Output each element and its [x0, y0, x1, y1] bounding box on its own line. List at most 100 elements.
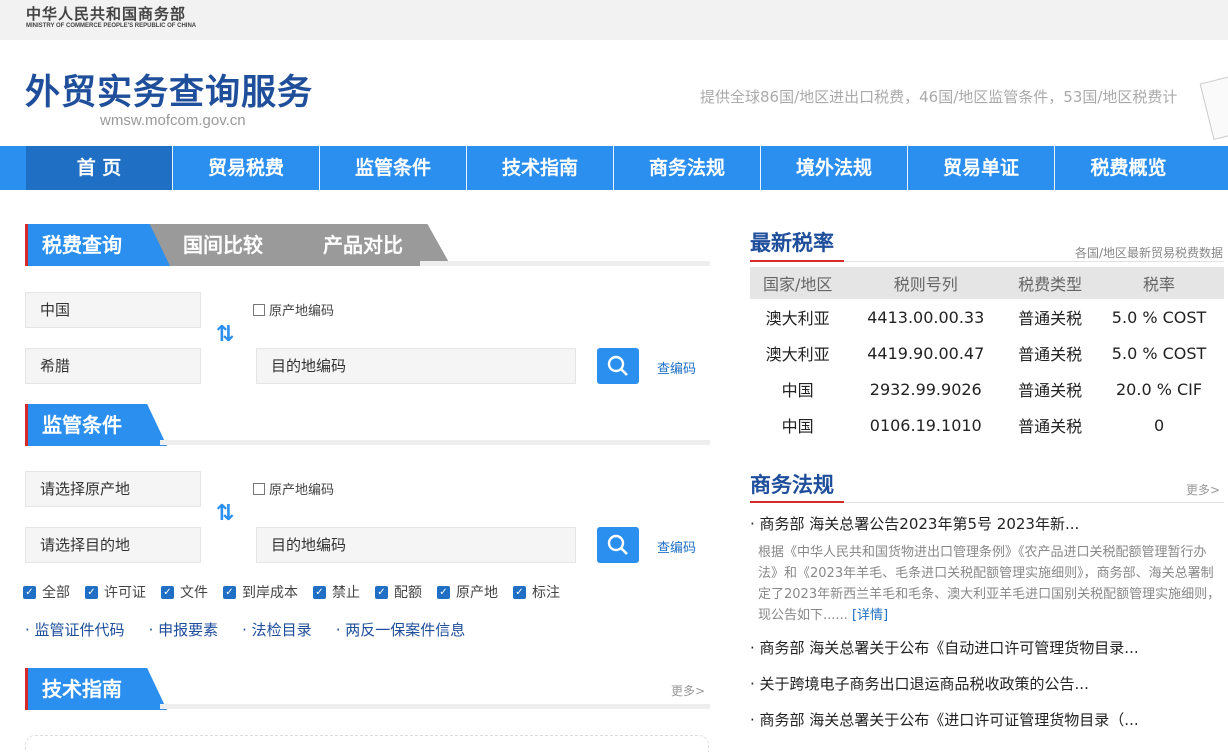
latest-rates-title: 最新税率: [750, 231, 834, 255]
filter-prohibited[interactable]: ✓ 禁止: [313, 582, 360, 602]
filter-label: 许可证: [104, 585, 146, 601]
link-trade-remedy-cases[interactable]: · 两反一保案件信息: [336, 619, 466, 640]
check-icon[interactable]: ✓: [161, 585, 174, 599]
table-row[interactable]: 中国 2932.99.9026 普通关税 20.0 % CIF: [750, 371, 1224, 407]
link-label[interactable]: 两反一保案件信息: [345, 621, 465, 639]
check-icon[interactable]: ✓: [23, 585, 36, 599]
heading-underline: [750, 501, 844, 503]
swap-icon[interactable]: ⇅: [215, 322, 235, 348]
check-icon[interactable]: ✓: [513, 585, 526, 599]
top-bar: 中华人民共和国商务部 MINISTRY OF COMMERCE PEOPLE'S…: [0, 0, 1228, 40]
swap-icon[interactable]: ⇅: [215, 501, 235, 527]
nav-home[interactable]: 首 页: [26, 146, 173, 190]
table-row[interactable]: 澳大利亚 4419.90.00.47 普通关税 5.0 % COST: [750, 335, 1224, 371]
origin-code-label: 原产地编码: [269, 483, 335, 498]
table-row[interactable]: 澳大利亚 4413.00.00.33 普通关税 5.0 % COST: [750, 299, 1224, 335]
decorative-paper-image: [1199, 74, 1228, 140]
destination-code-input[interactable]: 目的地编码: [256, 348, 576, 384]
filter-label: 标注: [532, 585, 560, 601]
link-certificate-codes[interactable]: · 监管证件代码: [25, 619, 125, 640]
main-nav: 首 页 贸易税费 监管条件 技术指南 商务法规 境外法规 贸易单证 税费概览: [0, 146, 1228, 190]
nav-tech-guide[interactable]: 技术指南: [467, 146, 614, 190]
heading-underline: [750, 260, 844, 262]
nav-tax-overview[interactable]: 税费概览: [1055, 146, 1202, 190]
cell-country: 中国: [781, 381, 814, 400]
site-slogan: 提供全球86国/地区进出口税费，46国/地区监管条件，53国/地区税费计: [700, 88, 1178, 106]
col-tax-type: 税费类型: [1006, 267, 1095, 299]
nav-trade-tax[interactable]: 贸易税费: [173, 146, 320, 190]
news-detail-link[interactable]: [详情]: [852, 608, 888, 623]
filter-label: 到岸成本: [242, 585, 298, 601]
link-label[interactable]: 监管证件代码: [35, 621, 125, 639]
supervision-lookup-code-link[interactable]: 查编码: [657, 537, 696, 556]
site-title[interactable]: 外贸实务查询服务: [25, 64, 313, 115]
tab-tax-query[interactable]: 税费查询: [25, 224, 170, 266]
link-inspection-catalog[interactable]: · 法检目录: [242, 619, 312, 640]
ministry-name: 中华人民共和国商务部: [26, 5, 187, 23]
cell-country: 中国: [781, 417, 814, 436]
latest-rates-subtitle: 各国/地区最新贸易税费数据: [1075, 246, 1224, 260]
cell-tariff-number: 4413.00.00.33: [867, 307, 985, 327]
latest-rates-table: 国家/地区 税则号列 税费类型 税率 澳大利亚 4413.00.00.33 普通…: [750, 267, 1224, 443]
news-item[interactable]: · 关于跨境电子商务出口退运商品税收政策的公告...: [750, 673, 1089, 694]
link-label[interactable]: 法检目录: [252, 621, 312, 639]
search-icon: [607, 355, 628, 376]
regulations-more-link[interactable]: 更多>: [1186, 481, 1220, 498]
news-summary-text: 根据《中华人民共和国货物进出口管理条例》《农产品进口关税配额管理暂行办法》和《2…: [758, 545, 1221, 623]
cell-tariff-number: 0106.19.1010: [869, 415, 982, 435]
tab-product-compare[interactable]: 产品对比: [283, 224, 451, 266]
filter-all[interactable]: ✓ 全部: [23, 582, 70, 602]
cell-tariff-number: 2932.99.9026: [869, 379, 982, 399]
supervision-origin-code-checkbox[interactable]: 原产地编码: [253, 479, 334, 498]
news-item[interactable]: · 商务部 海关总署关于公布《进口许可证管理货物目录（...: [750, 709, 1139, 730]
check-icon[interactable]: ✓: [313, 585, 326, 599]
filter-origin[interactable]: ✓ 原产地: [437, 582, 498, 602]
supervision-search-button[interactable]: [597, 527, 639, 563]
nav-trade-documents[interactable]: 贸易单证: [908, 146, 1055, 190]
tech-guide-title: 技术指南: [25, 668, 167, 710]
filter-quota[interactable]: ✓ 配额: [375, 582, 422, 602]
supervision-destination-select[interactable]: 请选择目的地: [25, 527, 201, 563]
tab-country-compare[interactable]: 国间比较: [143, 224, 311, 266]
supervision-links: · 监管证件代码 · 申报要素 · 法检目录 · 两反一保案件信息: [25, 619, 489, 640]
origin-country-select[interactable]: 中国: [25, 292, 201, 328]
news-item[interactable]: · 商务部 海关总署关于公布《自动进口许可管理货物目录...: [750, 637, 1139, 658]
search-button[interactable]: [597, 348, 639, 384]
nav-supervision[interactable]: 监管条件: [320, 146, 467, 190]
checkbox-box[interactable]: [253, 482, 265, 495]
link-declaration-elements[interactable]: · 申报要素: [149, 619, 219, 640]
destination-country-select[interactable]: 希腊: [25, 348, 201, 384]
cell-country: 澳大利亚: [765, 345, 830, 364]
tax-query-tabs: 产品对比 国间比较 税费查询: [25, 224, 710, 266]
checkbox-box[interactable]: [253, 303, 265, 316]
check-icon[interactable]: ✓: [85, 585, 98, 599]
filter-label: 禁止: [332, 585, 360, 601]
table-row[interactable]: 中国 0106.19.1010 普通关税 0: [750, 407, 1224, 443]
tech-guide-more-link[interactable]: 更多>: [671, 682, 705, 699]
cell-tax-type: 普通关税: [1018, 345, 1083, 364]
link-label[interactable]: 申报要素: [158, 621, 218, 639]
filter-label: 全部: [42, 585, 70, 601]
filter-landed-cost[interactable]: ✓ 到岸成本: [223, 582, 298, 602]
supervision-destination-code-input[interactable]: 目的地编码: [256, 527, 576, 563]
filter-document[interactable]: ✓ 文件: [161, 582, 208, 602]
check-icon[interactable]: ✓: [437, 585, 450, 599]
section-marker: [25, 668, 28, 710]
check-icon[interactable]: ✓: [223, 585, 236, 599]
origin-code-checkbox[interactable]: 原产地编码: [253, 300, 334, 319]
supervision-origin-select[interactable]: 请选择原产地: [25, 471, 201, 507]
cell-rate: 20.0 % CIF: [1116, 379, 1203, 399]
col-rate: 税率: [1094, 267, 1224, 299]
filter-license[interactable]: ✓ 许可证: [85, 582, 146, 602]
col-tariff-number: 税则号列: [845, 267, 1007, 299]
nav-foreign-regulations[interactable]: 境外法规: [761, 146, 908, 190]
lookup-code-link[interactable]: 查编码: [657, 358, 696, 377]
nav-commerce-regulations[interactable]: 商务法规: [614, 146, 761, 190]
cell-rate: 0: [1153, 415, 1165, 435]
news-item[interactable]: · 商务部 海关总署公告2023年第5号 2023年新...: [750, 513, 1079, 534]
filter-label: 文件: [180, 585, 208, 601]
check-icon[interactable]: ✓: [375, 585, 388, 599]
filter-marking[interactable]: ✓ 标注: [513, 582, 560, 602]
supervision-title: 监管条件: [25, 404, 167, 446]
section-divider: [420, 261, 710, 266]
